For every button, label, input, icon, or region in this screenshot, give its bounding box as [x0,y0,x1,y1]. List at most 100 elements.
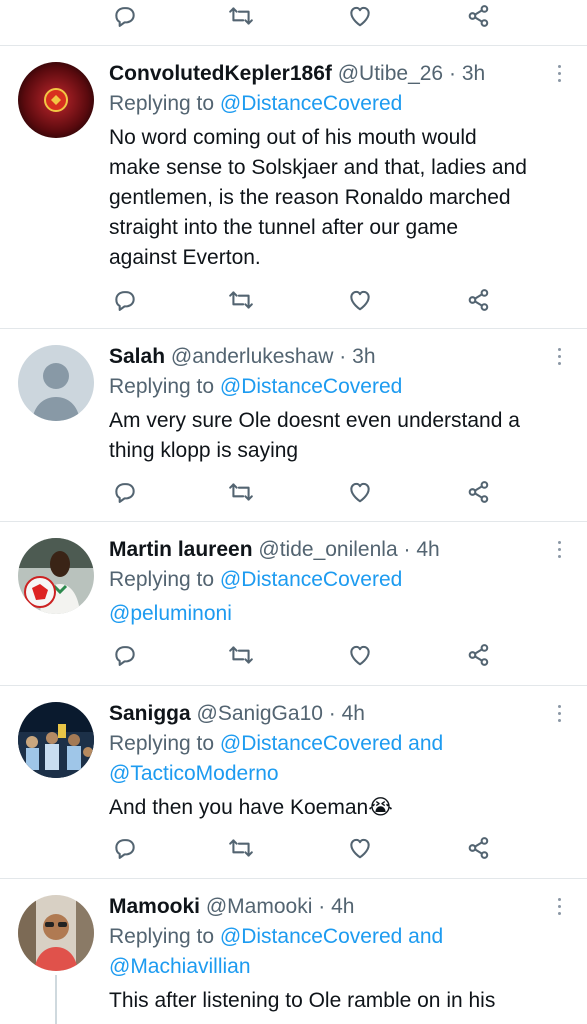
more-icon[interactable] [555,705,563,725]
like-icon[interactable] [344,832,376,864]
reply-icon[interactable] [109,476,141,508]
reply-mention[interactable]: @DistanceCovered [220,375,402,398]
replying-to-label: Replying to [109,375,215,398]
reply-and[interactable]: and [408,732,443,755]
tweet-text-line: thing klopp is saying [109,439,299,462]
tweet-text-line: straight into the tunnel after our game [109,216,459,239]
display-name[interactable]: Salah [109,345,165,368]
tweet-text-line: Am very sure Ole doesnt even understand … [109,409,520,432]
tweet-text-line: And then you have Koeman😭 [109,796,393,819]
timestamp[interactable]: 4h [331,895,354,918]
tweet[interactable]: Martin laureen @tide_onilenla · 4h Reply… [0,522,587,685]
tweet[interactable]: Mamooki @Mamooki · 4h Replying to @Dista… [0,879,587,1024]
reply-icon[interactable] [109,0,141,32]
reply-mention[interactable]: @DistanceCovered [220,732,402,755]
tweet-text-line: make sense to Solskjaer and that, ladies… [109,156,527,179]
share-icon[interactable] [463,639,495,671]
separator-dot: · [403,538,411,561]
tweet[interactable]: ConvolutedKepler186f @Utibe_26 · 3h Repl… [0,46,587,328]
tweet[interactable]: Sanigga @SanigGa10 · 4h Replying to @Dis… [0,686,587,878]
reply-mention[interactable]: @DistanceCovered [220,568,402,591]
like-icon[interactable] [344,284,376,316]
retweet-icon[interactable] [225,832,257,864]
thread-line [55,975,57,1024]
reply-mention[interactable]: @DistanceCovered [220,92,402,115]
replying-to-label: Replying to [109,92,215,115]
tweet-actions [109,284,509,320]
avatar[interactable] [18,345,94,421]
reply-and[interactable]: and [408,925,443,948]
reply-mention[interactable]: @Machiavillian [109,955,251,978]
replying-to: Replying to @DistanceCovered and @Machia… [109,922,547,982]
timestamp[interactable]: 4h [416,538,439,561]
display-name[interactable]: Mamooki [109,895,200,918]
timestamp[interactable]: 4h [342,702,365,725]
avatar[interactable] [18,895,94,971]
share-icon[interactable] [463,476,495,508]
separator-dot: · [448,62,456,85]
tweet-text-line: gentlemen, is the reason Ronaldo marched [109,186,511,209]
tweet-header: Martin laureen @tide_onilenla · 4h [109,536,547,564]
avatar[interactable] [18,538,94,614]
display-name[interactable]: ConvolutedKepler186f [109,62,332,85]
replying-to: Replying to @DistanceCovered [109,372,547,402]
like-icon[interactable] [344,0,376,32]
separator-dot: · [328,702,336,725]
tweet-text: @peluminoni [109,599,547,629]
tweet-text: No word coming out of his mouth would ma… [109,123,547,273]
retweet-icon[interactable] [225,0,257,32]
retweet-icon[interactable] [225,476,257,508]
separator-dot: · [318,895,326,918]
tweet-header: ConvolutedKepler186f @Utibe_26 · 3h [109,60,547,88]
tweet-text: This after listening to Ole ramble on in… [109,986,547,1016]
reply-mention[interactable]: @DistanceCovered [220,925,402,948]
tweet-text-line: against Everton. [109,246,261,269]
replying-to-label: Replying to [109,732,215,755]
replying-to-label: Replying to [109,925,215,948]
avatar[interactable] [18,62,94,138]
reply-mention[interactable]: @TacticoModerno [109,762,279,785]
tweet-header: Salah @anderlukeshaw · 3h [109,343,547,371]
separator-dot: · [339,345,347,368]
tweet-actions [109,0,509,36]
mention-link[interactable]: @peluminoni [109,602,232,625]
tweet-header: Sanigga @SanigGa10 · 4h [109,700,547,728]
share-icon[interactable] [463,832,495,864]
user-handle[interactable]: @Utibe_26 [338,62,443,85]
replying-to: Replying to @DistanceCovered [109,89,547,119]
reply-icon[interactable] [109,284,141,316]
like-icon[interactable] [344,639,376,671]
display-name[interactable]: Martin laureen [109,538,253,561]
share-icon[interactable] [463,0,495,32]
replying-to: Replying to @DistanceCovered and @Tactic… [109,729,547,789]
retweet-icon[interactable] [225,639,257,671]
tweet-actions [109,476,509,512]
reply-icon[interactable] [109,639,141,671]
user-handle[interactable]: @SanigGa10 [197,702,323,725]
replying-to: Replying to @DistanceCovered [109,565,547,595]
tweet-actions [109,832,509,868]
tweet-text-line: This after listening to Ole ramble on in… [109,989,496,1012]
more-icon[interactable] [555,348,563,368]
share-icon[interactable] [463,284,495,316]
tweet-text: And then you have Koeman😭 [109,793,547,823]
avatar[interactable] [18,702,94,778]
tweet-text: Am very sure Ole doesnt even understand … [109,406,547,466]
tweet-text-line: No word coming out of his mouth would [109,126,477,149]
more-icon[interactable] [555,65,563,85]
more-icon[interactable] [555,898,563,918]
replying-to-label: Replying to [109,568,215,591]
tweet-actions [109,639,509,675]
more-icon[interactable] [555,541,563,561]
display-name[interactable]: Sanigga [109,702,191,725]
reply-icon[interactable] [109,832,141,864]
tweet[interactable]: Salah @anderlukeshaw · 3h Replying to @D… [0,329,587,521]
like-icon[interactable] [344,476,376,508]
user-handle[interactable]: @Mamooki [206,895,313,918]
tweet-header: Mamooki @Mamooki · 4h [109,893,547,921]
retweet-icon[interactable] [225,284,257,316]
timestamp[interactable]: 3h [352,345,375,368]
timestamp[interactable]: 3h [462,62,485,85]
user-handle[interactable]: @tide_onilenla [258,538,397,561]
user-handle[interactable]: @anderlukeshaw [171,345,334,368]
